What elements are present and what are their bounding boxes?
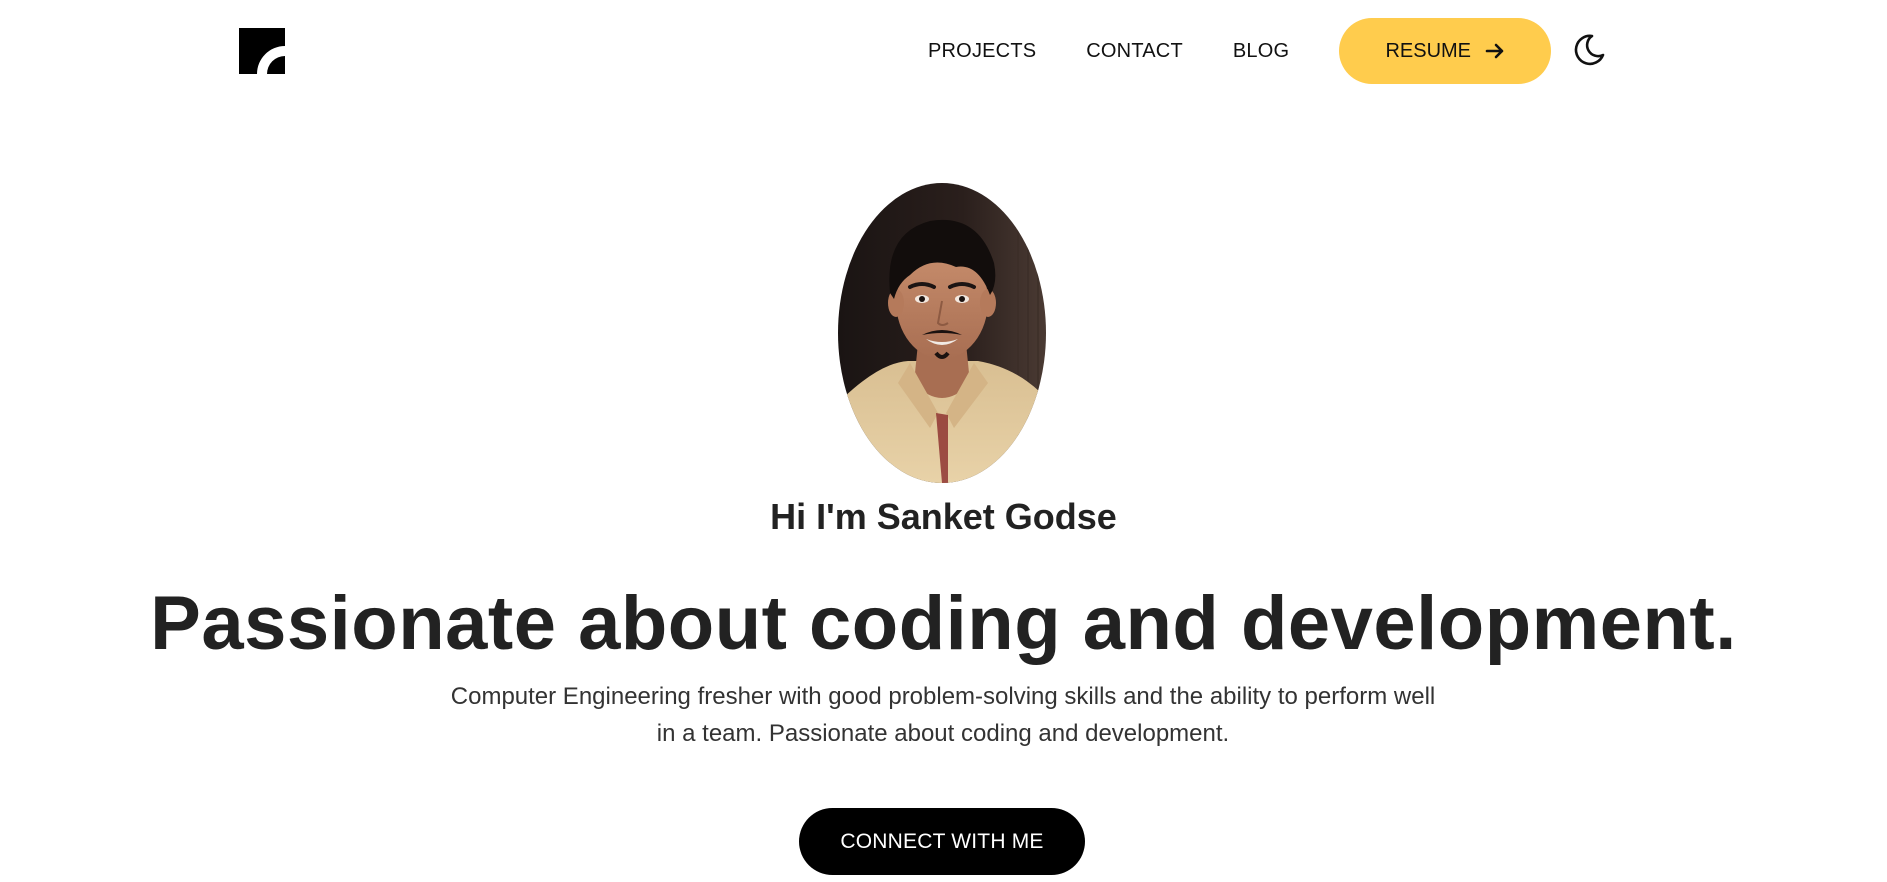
resume-button[interactable]: RESUME (1339, 18, 1552, 84)
profile-photo (838, 183, 1046, 483)
greeting-title: Hi I'm Sanket Godse (770, 496, 1117, 537)
main-nav: PROJECTS CONTACT BLOG RESUME (928, 18, 1552, 84)
connect-button-label: CONNECT WITH ME (840, 829, 1044, 853)
resume-button-label: RESUME (1385, 39, 1472, 62)
connect-with-me-button[interactable]: CONNECT WITH ME (799, 808, 1085, 875)
hero-description: Computer Engineering fresher with good p… (450, 683, 1436, 747)
arrow-right-icon (1485, 43, 1504, 59)
page: PROJECTS CONTACT BLOG RESUME Hi I'm Sank… (0, 0, 1887, 882)
nav-projects-link[interactable]: PROJECTS (928, 40, 1036, 63)
moon-icon[interactable] (1572, 33, 1606, 67)
logo-icon[interactable] (239, 28, 285, 74)
nav-contact-link[interactable]: CONTACT (1086, 40, 1183, 63)
hero-headline: Passionate about coding and development. (150, 581, 1737, 666)
nav-blog-link[interactable]: BLOG (1233, 40, 1289, 63)
